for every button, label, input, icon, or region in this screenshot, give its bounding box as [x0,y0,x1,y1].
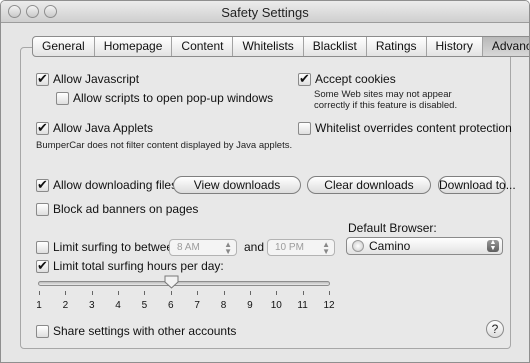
share-settings-label: Share settings with other accounts [53,324,237,338]
whitelist-overrides-checkbox[interactable]: Whitelist overrides content protection [298,121,512,135]
help-icon[interactable]: ? [486,320,504,338]
checkmark-icon [36,258,49,274]
view-downloads-button[interactable]: View downloads [173,176,301,194]
slider-tick [39,291,40,295]
tab-advanced[interactable]: Advanced [482,37,529,56]
whitelist-overrides-label: Whitelist overrides content protection [315,121,512,135]
download-to-button[interactable]: Download to... [438,176,516,194]
default-browser-popup[interactable]: Camino ▲ ▼ [346,237,503,255]
slider-tick-label: 7 [194,300,200,311]
default-browser-value: Camino [369,239,411,253]
hours-slider-track[interactable] [38,281,330,286]
tab-content[interactable]: Content [172,37,234,56]
accept-cookies-label: Accept cookies [315,72,396,86]
allow-javascript-label: Allow Javascript [53,72,140,86]
checkbox-box [36,240,49,254]
cookies-note-line2: correctly if this feature is disabled. [314,100,458,111]
tab-blacklist[interactable]: Blacklist [304,37,367,56]
checkmark-icon [36,177,49,193]
checkmark-icon [36,71,49,87]
allow-javascript-checkbox[interactable]: Allow Javascript [36,71,140,87]
title-bar: Safety Settings [1,1,529,23]
camino-browser-icon [352,240,364,252]
cookies-note: Some Web sites may not appear correctly … [314,89,457,111]
block-ads-label: Block ad banners on pages [53,202,199,216]
slider-tick-label: 5 [141,300,148,311]
stepper-arrows-icon: ▲ ▼ [224,240,232,256]
end-time-value: 10 PM [275,242,304,253]
slider-tick [276,291,278,295]
start-time-popup[interactable]: 8 AM ▲ ▼ [169,239,237,256]
slider-tick-label: 2 [62,300,69,311]
allow-popups-checkbox[interactable]: Allow scripts to open pop-up windows [56,91,273,105]
slider-tick [118,291,120,295]
limit-total-hours-label: Limit total surfing hours per day: [53,259,224,273]
stepper-arrows-icon: ▲ ▼ [322,240,330,256]
slider-tick [91,291,93,295]
slider-tick-label: 8 [220,300,227,311]
safety-settings-window: Safety Settings General Homepage Content… [0,0,530,363]
checkbox-box [56,91,69,105]
slider-tick [302,291,304,295]
slider-tick [329,291,330,295]
stepper-arrows-icon: ▲ ▼ [487,239,499,252]
limit-between-checkbox[interactable]: Limit surfing to between [36,240,180,254]
slider-tick [144,291,146,295]
slider-tick [65,291,67,295]
slider-tick [249,291,251,295]
tab-bar: General Homepage Content Whitelists Blac… [32,36,529,57]
checkmark-icon [36,120,49,136]
share-settings-checkbox[interactable]: Share settings with other accounts [36,324,236,338]
allow-downloading-label: Allow downloading files [53,178,178,192]
allow-java-applets-checkbox[interactable]: Allow Java Applets [36,120,154,136]
slider-tick [197,291,199,295]
tab-whitelists[interactable]: Whitelists [233,37,304,56]
checkbox-box [36,202,49,216]
block-ads-checkbox[interactable]: Block ad banners on pages [36,202,198,216]
limit-total-hours-checkbox[interactable]: Limit total surfing hours per day: [36,258,224,274]
clear-downloads-button[interactable]: Clear downloads [307,176,431,194]
slider-tick-label: 6 [168,300,174,311]
slider-tick-label: 12 [323,300,335,311]
allow-popups-label: Allow scripts to open pop-up windows [73,91,274,105]
cookies-note-line1: Some Web sites may not appear [314,89,452,100]
tab-general[interactable]: General [33,37,95,56]
slider-tick-label: 11 [297,300,308,311]
slider-tick [223,291,225,295]
start-time-value: 8 AM [177,242,200,253]
java-note: BumperCar does not filter content displa… [36,140,293,151]
slider-tick-label: 4 [115,300,121,311]
end-time-popup[interactable]: 10 PM ▲ ▼ [267,239,335,256]
tab-history[interactable]: History [427,37,483,56]
default-browser-label: Default Browser: [348,221,437,235]
and-label: and [244,240,265,254]
tab-homepage[interactable]: Homepage [95,37,173,56]
window-title: Safety Settings [221,5,309,20]
checkbox-box [298,121,311,135]
slider-tick-label: 10 [270,300,282,311]
checkmark-icon [298,71,311,87]
slider-tick-label: 1 [36,300,42,311]
checkbox-box [36,324,49,338]
tab-ratings[interactable]: Ratings [367,37,427,56]
allow-java-applets-label: Allow Java Applets [53,121,154,135]
slider-tick-label: 9 [247,300,253,311]
allow-downloading-checkbox[interactable]: Allow downloading files [36,177,178,193]
accept-cookies-checkbox[interactable]: Accept cookies [298,71,396,87]
slider-tick [170,291,172,295]
slider-tick-label: 3 [88,300,95,311]
hours-slider-thumb[interactable] [164,275,179,289]
limit-between-label: Limit surfing to between [53,240,180,254]
